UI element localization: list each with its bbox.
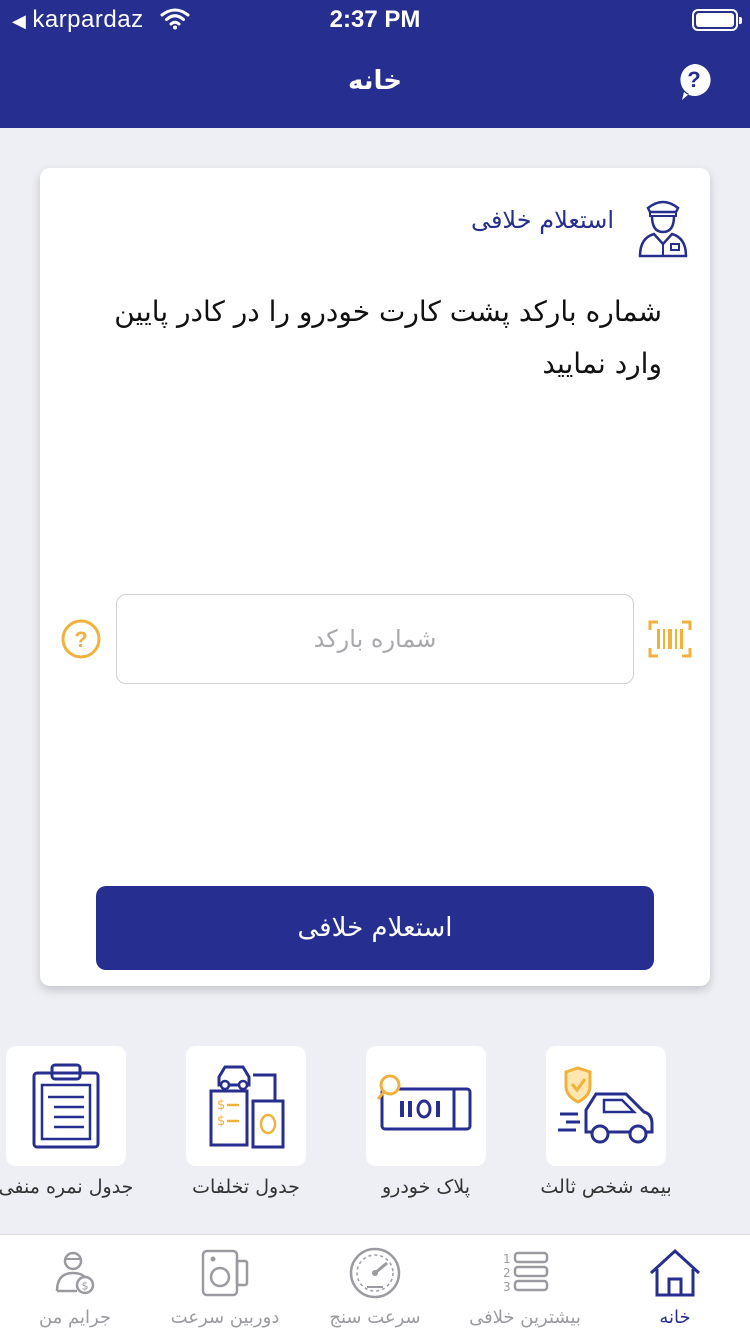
barcode-scan-icon[interactable] (648, 620, 692, 658)
status-time: 2:37 PM (329, 6, 421, 33)
svg-text:$: $ (217, 1114, 225, 1129)
shortcut-tile (6, 1046, 126, 1166)
inquiry-submit-button[interactable]: استعلام خلافی (96, 886, 654, 970)
shortcut-violations-table[interactable]: $ $ جدول تخلفات (156, 1046, 336, 1198)
tab-label: خانه (659, 1307, 691, 1328)
status-bar: ◀ karpardaz 2:37 PM (0, 0, 750, 40)
svg-text:1: 1 (503, 1252, 511, 1266)
tab-label: دوربین سرعت (170, 1307, 280, 1328)
tab-home[interactable]: خانه (600, 1235, 750, 1334)
ranking-list-icon: 1 2 3 (503, 1251, 549, 1294)
tab-label: سرعت سنج (329, 1307, 421, 1328)
svg-text:?: ? (74, 627, 87, 652)
svg-text:3: 3 (503, 1280, 511, 1294)
insurance-car-icon (558, 1066, 654, 1144)
svg-text:$: $ (217, 1098, 225, 1113)
shortcut-tile: $ $ (186, 1046, 306, 1166)
shortcut-tile (366, 1046, 486, 1166)
tab-label: بیشترین خلافی (469, 1307, 581, 1328)
svg-text:2: 2 (503, 1266, 511, 1280)
shortcut-tile (546, 1046, 666, 1166)
question-help-icon[interactable]: ? (60, 618, 102, 660)
tab-top-violations[interactable]: 1 2 3 بیشترین خلافی (450, 1235, 600, 1334)
clipboard-icon (32, 1063, 100, 1149)
tab-label: جرایم من (38, 1307, 112, 1328)
barcode-input[interactable] (116, 594, 634, 684)
speed-camera-icon (201, 1249, 249, 1297)
shortcut-label: جدول نمره منفی (0, 1176, 134, 1198)
tab-speed-camera[interactable]: دوربین سرعت (150, 1235, 300, 1334)
violations-table-icon: $ $ (209, 1065, 285, 1149)
shortcut-label: بیمه شخص ثالث (540, 1176, 672, 1198)
license-plate-icon (376, 1074, 472, 1131)
speedometer-icon (349, 1247, 401, 1299)
nav-bar: خانه ? (0, 40, 750, 128)
page-title: خانه (347, 66, 403, 96)
fine-inquiry-card: استعلام خلافی شماره بارکد پشت کارت خودرو… (40, 168, 710, 986)
svg-text:?: ? (687, 67, 700, 92)
shortcut-third-party-insurance[interactable]: بیمه شخص ثالث (516, 1046, 696, 1198)
shortcut-label: جدول تخلفات (192, 1176, 300, 1198)
question-circle-icon[interactable]: ? (676, 62, 712, 102)
tab-speedometer[interactable]: سرعت سنج (300, 1235, 450, 1334)
svg-text:$: $ (82, 1280, 89, 1293)
home-icon (649, 1248, 701, 1297)
tab-my-fines[interactable]: $ جرایم من (0, 1235, 150, 1334)
bottom-tab-bar: خانه 1 2 3 بیشترین خلافی سرعت سنج دوربین… (0, 1234, 750, 1334)
police-officer-icon (638, 200, 688, 258)
shortcut-negative-points-table[interactable]: جدول نمره منفی (0, 1046, 156, 1198)
battery-icon (692, 9, 742, 31)
shortcut-label: پلاک خودرو (381, 1176, 471, 1198)
instruction-text: شماره بارکد پشت کارت خودرو را در کادر پا… (114, 295, 662, 380)
card-title: استعلام خلافی (470, 206, 614, 234)
user-fines-icon: $ (55, 1251, 95, 1295)
shortcut-license-plate[interactable]: پلاک خودرو (336, 1046, 516, 1198)
